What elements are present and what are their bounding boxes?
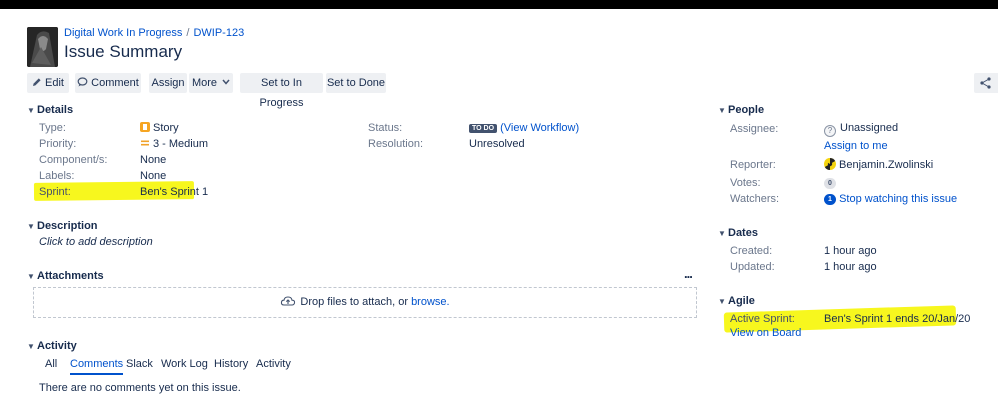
chevron-down-icon: ▼ bbox=[718, 106, 726, 115]
created-value: 1 hour ago bbox=[824, 245, 877, 257]
more-button-label: More bbox=[191, 77, 217, 89]
resolution-label: Resolution: bbox=[368, 138, 424, 150]
type-text: Story bbox=[153, 122, 179, 134]
pencil-icon bbox=[33, 78, 41, 86]
assign-to-me-link[interactable]: Assign to me bbox=[824, 140, 888, 152]
reporter-avatar-icon bbox=[824, 158, 836, 170]
agile-heading: Agile bbox=[728, 295, 755, 307]
breadcrumb-issue-key-link[interactable]: DWIP-123 bbox=[193, 27, 244, 39]
chevron-down-icon bbox=[222, 79, 230, 85]
tab-work-log[interactable]: Work Log bbox=[161, 358, 208, 370]
assignee-value: ? Unassigned bbox=[824, 122, 898, 137]
tab-all[interactable]: All bbox=[45, 358, 57, 370]
updated-label: Updated: bbox=[730, 261, 775, 273]
priority-label: Priority: bbox=[39, 138, 77, 150]
attachments-section-toggle[interactable]: ▼ Attachments bbox=[27, 270, 104, 282]
set-in-progress-button[interactable]: Set to In Progress bbox=[240, 73, 323, 109]
chevron-down-icon: ▼ bbox=[718, 229, 726, 238]
priority-text: 3 - Medium bbox=[153, 138, 209, 150]
votes-label: Votes: bbox=[730, 177, 761, 189]
view-on-board-link[interactable]: View on Board bbox=[730, 327, 801, 339]
status-badge: TO DO bbox=[469, 124, 498, 133]
watchers-count[interactable]: 1 bbox=[824, 194, 836, 205]
created-label: Created: bbox=[730, 245, 773, 257]
cloud-upload-icon bbox=[281, 296, 296, 306]
people-heading: People bbox=[728, 104, 765, 116]
agile-section-toggle[interactable]: ▼ Agile bbox=[718, 295, 755, 307]
chevron-down-icon: ▼ bbox=[27, 342, 35, 351]
dates-section-toggle[interactable]: ▼ Dates bbox=[718, 227, 758, 239]
assignee-text[interactable]: Unassigned bbox=[840, 122, 898, 134]
sprint-label: Sprint: bbox=[39, 186, 71, 198]
issue-title[interactable]: Issue Summary bbox=[64, 42, 182, 62]
dropzone-text: Drop files to attach, or bbox=[300, 296, 408, 308]
story-icon bbox=[140, 122, 150, 132]
edit-button-label: Edit bbox=[45, 77, 64, 89]
comment-button-label: Comment bbox=[91, 77, 139, 89]
activity-section-toggle[interactable]: ▼ Activity bbox=[27, 340, 77, 352]
assignee-label: Assignee: bbox=[730, 123, 779, 135]
chevron-down-icon: ▼ bbox=[27, 106, 35, 115]
labels-value[interactable]: None bbox=[140, 170, 166, 182]
status-value: TO DO (View Workflow) bbox=[469, 122, 579, 134]
stop-watching-link[interactable]: Stop watching this issue bbox=[839, 193, 957, 205]
share-icon bbox=[980, 77, 991, 89]
status-label: Status: bbox=[368, 122, 403, 134]
tab-history[interactable]: History bbox=[214, 358, 248, 370]
breadcrumb-separator: / bbox=[186, 27, 190, 39]
chevron-down-icon: ▼ bbox=[718, 297, 726, 306]
labels-label: Labels: bbox=[39, 170, 75, 182]
project-avatar[interactable] bbox=[27, 27, 58, 67]
reporter-value: Benjamin.Zwolinski bbox=[824, 158, 933, 171]
votes-count: 0 bbox=[824, 178, 836, 189]
assign-button[interactable]: Assign bbox=[149, 73, 187, 93]
description-placeholder[interactable]: Click to add description bbox=[39, 236, 153, 248]
browse-link[interactable]: browse. bbox=[411, 296, 450, 308]
watchers-value: 1 Stop watching this issue bbox=[824, 193, 957, 205]
reporter-text[interactable]: Benjamin.Zwolinski bbox=[839, 159, 933, 171]
type-value: Story bbox=[140, 122, 179, 134]
set-done-button[interactable]: Set to Done bbox=[326, 73, 386, 93]
tab-slack[interactable]: Slack bbox=[126, 358, 153, 370]
watchers-label: Watchers: bbox=[730, 193, 780, 205]
issue-view: Digital Work In Progress / DWIP-123 Issue … bbox=[0, 9, 998, 400]
activity-heading: Activity bbox=[37, 340, 77, 352]
edit-button[interactable]: Edit bbox=[27, 73, 69, 93]
attachments-heading: Attachments bbox=[37, 270, 104, 282]
more-button[interactable]: More bbox=[189, 73, 233, 93]
view-workflow-link[interactable]: (View Workflow) bbox=[500, 122, 579, 134]
chevron-down-icon: ▼ bbox=[27, 272, 35, 281]
votes-value[interactable]: 0 bbox=[824, 177, 836, 189]
tab-activity[interactable]: Activity bbox=[256, 358, 291, 370]
details-heading: Details bbox=[37, 104, 74, 116]
attachment-dropzone[interactable]: Drop files to attach, or browse. bbox=[33, 287, 697, 318]
breadcrumb: Digital Work In Progress / DWIP-123 bbox=[64, 27, 244, 39]
details-section-toggle[interactable]: ▼ Details bbox=[27, 104, 73, 116]
people-section-toggle[interactable]: ▼ People bbox=[718, 104, 764, 116]
comment-icon bbox=[77, 77, 88, 87]
tab-comments[interactable]: Comments bbox=[70, 358, 124, 375]
updated-value: 1 hour ago bbox=[824, 261, 877, 273]
sprint-value[interactable]: Ben's Sprint 1 bbox=[140, 186, 208, 198]
description-heading: Description bbox=[37, 220, 98, 232]
comment-button[interactable]: Comment bbox=[75, 73, 141, 93]
chevron-down-icon: ▼ bbox=[27, 222, 35, 231]
components-label: Component/s: bbox=[39, 154, 108, 166]
resolution-value: Unresolved bbox=[469, 138, 525, 150]
active-sprint-value[interactable]: Ben's Sprint 1 ends 20/Jan/20 bbox=[824, 313, 970, 325]
type-label: Type: bbox=[39, 122, 66, 134]
description-section-toggle[interactable]: ▼ Description bbox=[27, 220, 98, 232]
share-button[interactable] bbox=[974, 73, 998, 93]
priority-value: 3 - Medium bbox=[140, 138, 208, 150]
components-value[interactable]: None bbox=[140, 154, 166, 166]
dates-heading: Dates bbox=[728, 227, 758, 239]
reporter-label: Reporter: bbox=[730, 159, 776, 171]
unassigned-avatar-icon: ? bbox=[824, 125, 836, 137]
no-comments-text: There are no comments yet on this issue. bbox=[39, 382, 241, 394]
breadcrumb-project-link[interactable]: Digital Work In Progress bbox=[64, 27, 182, 39]
attachments-more-icon[interactable]: ... bbox=[684, 266, 693, 281]
priority-medium-icon bbox=[141, 140, 149, 146]
active-sprint-label: Active Sprint: bbox=[730, 313, 795, 325]
